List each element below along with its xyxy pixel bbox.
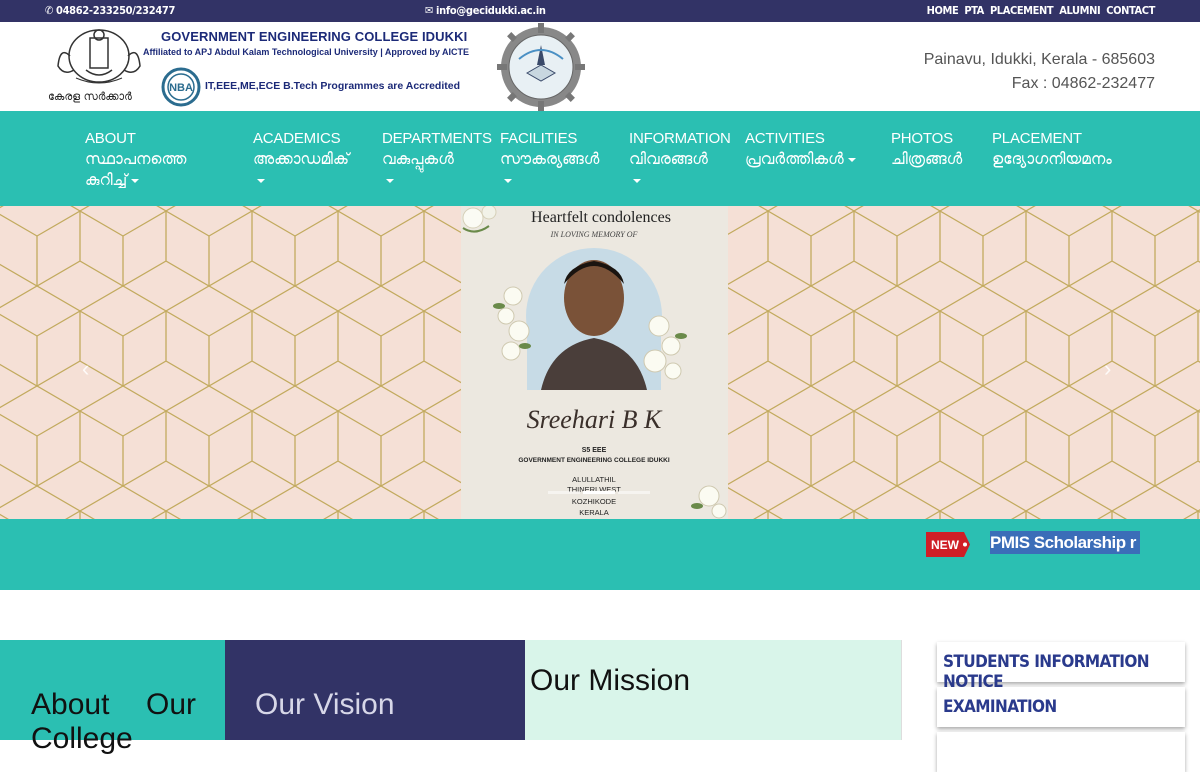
caret-down-icon — [386, 178, 394, 183]
email-contact[interactable]: ✉ info@gecidukki.ac.in — [425, 4, 546, 17]
carousel-indicators — [548, 491, 650, 494]
affiliation-text: Affiliated to APJ Abdul Kalam Technologi… — [143, 47, 470, 57]
nav-item-academics[interactable]: ACADEMICS അക്കാഡമിക് — [253, 128, 373, 191]
caret-down-icon — [504, 178, 512, 183]
nba-logo: NBA — [161, 67, 201, 107]
caret-down-icon — [633, 178, 641, 183]
mission-card[interactable]: Our Mission — [525, 640, 901, 740]
nav-label-en: FACILITIES — [500, 130, 578, 147]
phone-icon: ✆ — [45, 4, 53, 17]
phone-number: 04862-233250/232477 — [56, 4, 176, 17]
nav-label-ml: വിവരങ്ങൾ — [629, 150, 708, 168]
nav-item-photos[interactable]: PHOTOS ചിത്രങ്ങൾ — [891, 128, 986, 170]
notice-button[interactable] — [937, 732, 1185, 772]
poster-address-line: KOZHIKODE — [572, 497, 616, 506]
nav-item-facilities[interactable]: FACILITIES സൗകര്യങ്ങൾ — [500, 128, 620, 191]
about-heading-line1: About Our — [31, 688, 196, 721]
nav-label-en: DEPARTMENTS — [382, 130, 492, 147]
college-name: GOVERNMENT ENGINEERING COLLEGE IDUKKI — [161, 29, 468, 44]
kerala-sarkar-label: കേരള സർക്കാർ — [48, 90, 132, 103]
fax-line: Fax : 04862-232477 — [1011, 75, 1155, 92]
examination-button[interactable]: EXAMINATION — [937, 687, 1185, 727]
caret-down-icon — [847, 157, 856, 162]
nav-item-information[interactable]: INFORMATION വിവരങ്ങൾ — [629, 128, 739, 191]
condolence-poster: Heartfelt condolences IN LOVING MEMORY O… — [461, 206, 728, 519]
caret-down-icon — [131, 178, 140, 183]
nav-label-ml: ചിത്രങ്ങൾ — [891, 150, 963, 168]
nba-logo-text: NBA — [169, 82, 193, 94]
about-heading-line2: College — [31, 722, 133, 755]
nav-label-ml: സൗകര്യങ്ങൾ — [500, 150, 600, 168]
nav-label-ml: ഉദ്യോഗനിയമനം — [992, 150, 1112, 168]
gec-college-logo — [497, 23, 585, 111]
nav-item-placement[interactable]: PLACEMENT ഉദ്യോഗനിയമനം — [992, 128, 1142, 170]
top-link-placement[interactable]: PLACEMENT — [990, 4, 1054, 17]
top-bar: ✆ 04862-233250/232477 ✉ info@gecidukki.a… — [0, 0, 1200, 22]
nav-label-en: ACADEMICS — [253, 130, 341, 147]
hero-carousel: Heartfelt condolences IN LOVING MEMORY O… — [0, 206, 1200, 519]
nav-item-activities[interactable]: ACTIVITIES പ്രവർത്തികൾ — [745, 128, 885, 170]
condolence-heading: Heartfelt condolences — [531, 209, 671, 226]
students-information-notice-button[interactable]: STUDENTS INFORMATION NOTICE — [937, 642, 1185, 692]
carousel-indicator-active[interactable] — [583, 491, 615, 494]
nav-label-en: PHOTOS — [891, 130, 953, 147]
nav-label-ml-line2: കുറിച്ച് — [85, 171, 128, 189]
caret-down-icon — [257, 178, 265, 183]
carousel-indicator[interactable] — [548, 491, 580, 494]
top-link-pta[interactable]: PTA — [964, 4, 984, 17]
main-navigation: ABOUT സ്ഥാപനത്തെ കുറിച്ച് ACADEMICS അക്ക… — [0, 111, 1200, 206]
news-ticker: NEW PMIS Scholarship r — [0, 519, 1200, 590]
poster-college-name: GOVERNMENT ENGINEERING COLLEGE IDUKKI — [518, 457, 670, 464]
nav-label-en: ABOUT — [85, 130, 136, 147]
accreditation-text: IT,EEE,ME,ECE B.Tech Programmes are Accr… — [205, 80, 461, 92]
nav-item-departments[interactable]: DEPARTMENTS വകുപ്പുകൾ — [382, 128, 492, 191]
nav-label-en: INFORMATION — [629, 130, 731, 147]
nav-item-about[interactable]: ABOUT സ്ഥാപനത്തെ കുറിച്ച് — [85, 128, 245, 191]
deceased-name: Sreehari B K — [527, 405, 663, 434]
nav-label-en: PLACEMENT — [992, 130, 1082, 147]
vision-heading: Our Vision — [255, 688, 395, 721]
vision-card[interactable]: Our Vision — [225, 640, 525, 740]
condolence-subheading: IN LOVING MEMORY OF — [550, 230, 638, 239]
phone-contact[interactable]: ✆ 04862-233250/232477 — [45, 4, 175, 17]
nav-label-ml: വകുപ്പുകൾ — [382, 150, 454, 168]
carousel-indicator[interactable] — [618, 491, 650, 494]
top-links: HOME PTA PLACEMENT ALUMNI CONTACT — [927, 4, 1156, 17]
poster-address-line: KERALA — [579, 508, 609, 517]
site-header: കേരള സർക്കാർ GOVERNMENT ENGINEERING COLL… — [0, 22, 1200, 111]
college-address: Painavu, Idukki, Kerala - 685603 Fax : 0… — [924, 48, 1155, 96]
notices-panel: STUDENTS INFORMATION NOTICE EXAMINATION — [901, 640, 1200, 772]
new-badge-label: NEW — [931, 538, 960, 552]
nav-label-en: ACTIVITIES — [745, 130, 825, 147]
envelope-icon: ✉ — [425, 4, 433, 17]
poster-address-line: ALULLATHIL — [572, 475, 616, 484]
nav-label-ml: അക്കാഡമിക് — [253, 150, 350, 168]
about-college-card[interactable]: About Our College — [0, 640, 225, 755]
carousel-prev-arrow[interactable]: ‹ — [82, 356, 89, 382]
condolence-slide: Heartfelt condolences IN LOVING MEMORY O… — [461, 206, 728, 519]
nav-label-ml: സ്ഥാപനത്തെ — [85, 150, 187, 168]
carousel-next-arrow[interactable]: › — [1104, 356, 1111, 382]
new-badge: NEW — [926, 532, 970, 557]
mission-heading: Our Mission — [530, 664, 691, 697]
top-link-alumni[interactable]: ALUMNI — [1059, 4, 1100, 17]
about-college-heading: About Our College — [31, 688, 196, 756]
address-line: Painavu, Idukki, Kerala - 685603 — [923, 51, 1155, 68]
student-class: S5 EEE — [582, 447, 607, 454]
top-link-contact[interactable]: CONTACT — [1106, 4, 1155, 17]
top-link-home[interactable]: HOME — [927, 4, 959, 17]
email-address: info@gecidukki.ac.in — [436, 4, 546, 17]
nav-label-ml: പ്രവർത്തികൾ — [745, 150, 844, 168]
ticker-link[interactable]: PMIS Scholarship r — [990, 531, 1140, 554]
